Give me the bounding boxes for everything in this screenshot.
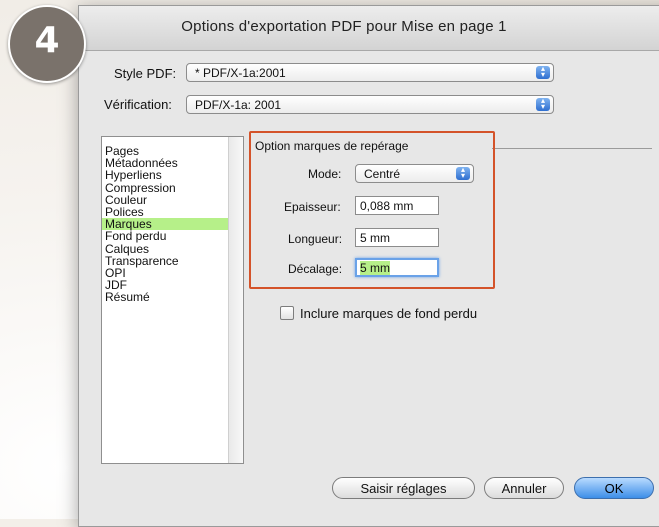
style-pdf-value: * PDF/X-1a:2001: [195, 66, 286, 80]
category-item[interactable]: Compression: [102, 182, 228, 194]
title-bar: Options d'exportation PDF pour Mise en p…: [79, 6, 659, 51]
category-item[interactable]: JDF: [102, 279, 228, 291]
category-item[interactable]: Fond perdu: [102, 230, 228, 242]
step-badge: 4: [8, 5, 86, 83]
include-bleed-marks-label[interactable]: Inclure marques de fond perdu: [300, 306, 477, 321]
ok-button[interactable]: OK: [574, 477, 654, 499]
select-arrows-icon: ▴ ▾: [536, 97, 550, 111]
decalage-label: Décalage:: [288, 262, 343, 276]
cancel-button[interactable]: Annuler: [484, 477, 564, 499]
save-settings-button[interactable]: Saisir réglages: [332, 477, 475, 499]
category-item[interactable]: OPI: [102, 267, 228, 279]
include-bleed-marks-checkbox[interactable]: [280, 306, 294, 320]
category-item[interactable]: Pages: [102, 145, 228, 157]
category-item[interactable]: Marques: [102, 218, 228, 231]
dialog-title: Options d'exportation PDF pour Mise en p…: [181, 18, 507, 35]
category-item[interactable]: Polices: [102, 206, 228, 218]
group-separator: [492, 148, 652, 149]
longueur-label: Longueur:: [288, 232, 343, 246]
select-arrows-icon: ▴ ▾: [456, 166, 470, 180]
style-pdf-label: Style PDF:: [114, 66, 177, 81]
category-item[interactable]: Couleur: [102, 194, 228, 206]
style-pdf-select[interactable]: * PDF/X-1a:2001 ▴ ▾: [186, 63, 554, 82]
list-scrollbar[interactable]: [228, 137, 243, 463]
select-arrows-icon: ▴ ▾: [536, 65, 550, 79]
category-item[interactable]: Transparence: [102, 255, 228, 267]
mode-select[interactable]: Centré ▴ ▾: [355, 164, 474, 183]
mode-label: Mode:: [308, 167, 342, 181]
mode-value: Centré: [364, 167, 401, 181]
category-item[interactable]: Calques: [102, 243, 228, 255]
category-item[interactable]: Hyperliens: [102, 169, 228, 181]
longueur-input[interactable]: 5 mm: [355, 228, 439, 247]
marks-group-title: Option marques de repérage: [255, 139, 409, 153]
epaisseur-label: Epaisseur:: [284, 200, 341, 214]
verification-value: PDF/X-1a: 2001: [195, 98, 282, 112]
verification-select[interactable]: PDF/X-1a: 2001 ▴ ▾: [186, 95, 554, 114]
decalage-input[interactable]: 5 mm: [355, 258, 439, 277]
decalage-value: 5 mm: [360, 261, 390, 275]
epaisseur-input[interactable]: 0,088 mm: [355, 196, 439, 215]
verification-label: Vérification:: [104, 97, 172, 112]
category-item[interactable]: Métadonnées: [102, 157, 228, 169]
category-item[interactable]: Résumé: [102, 291, 228, 303]
step-number: 4: [34, 20, 60, 61]
